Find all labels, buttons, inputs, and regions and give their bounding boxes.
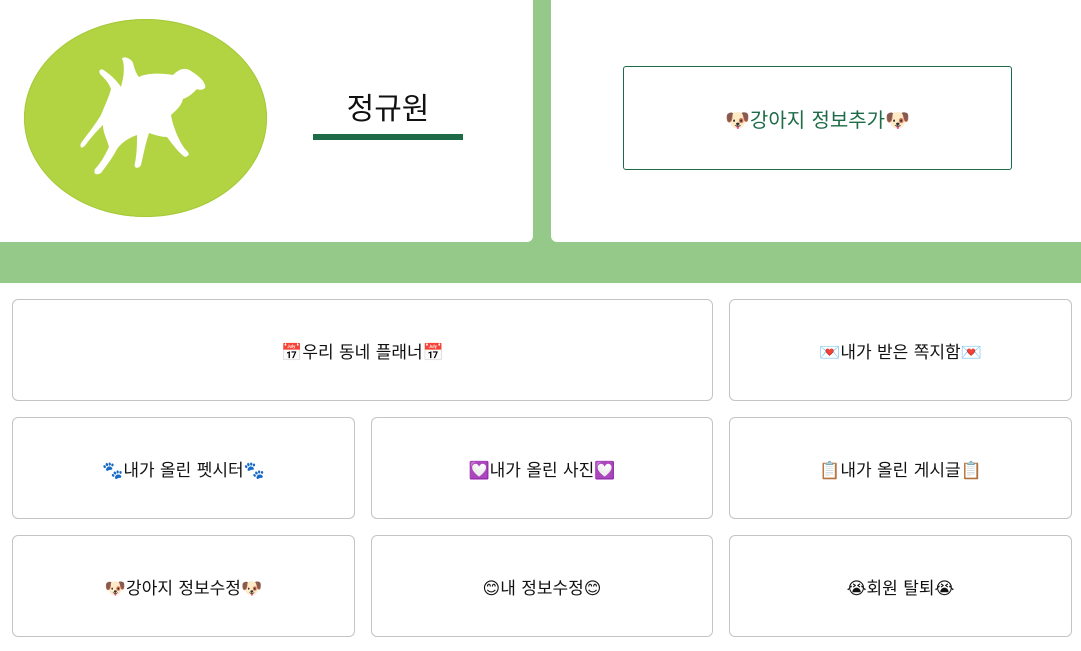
withdraw-button[interactable]: 😭회원 탈퇴😭 bbox=[729, 535, 1072, 637]
dog-silhouette-icon bbox=[79, 57, 205, 175]
inbox-button[interactable]: 💌내가 받은 쪽지함💌 bbox=[729, 299, 1072, 401]
menu-grid: 📅우리 동네 플래너📅 💌내가 받은 쪽지함💌 🐾내가 올린 펫시터🐾 💟내가 … bbox=[0, 283, 1081, 651]
add-dog-card: 🐶강아지 정보추가🐶 bbox=[551, 0, 1081, 242]
username: 정규원 bbox=[313, 90, 463, 140]
my-photos-button[interactable]: 💟내가 올린 사진💟 bbox=[371, 417, 713, 519]
my-posts-button[interactable]: 📋내가 올린 게시글📋 bbox=[729, 417, 1072, 519]
my-petsitter-button[interactable]: 🐾내가 올린 펫시터🐾 bbox=[12, 417, 355, 519]
planner-button[interactable]: 📅우리 동네 플래너📅 bbox=[12, 299, 713, 401]
add-dog-button[interactable]: 🐶강아지 정보추가🐶 bbox=[623, 66, 1012, 170]
avatar bbox=[24, 19, 267, 217]
profile-card: 정규원 bbox=[0, 0, 533, 242]
edit-dog-button[interactable]: 🐶강아지 정보수정🐶 bbox=[12, 535, 355, 637]
edit-profile-button[interactable]: 😊내 정보수정😊 bbox=[371, 535, 713, 637]
